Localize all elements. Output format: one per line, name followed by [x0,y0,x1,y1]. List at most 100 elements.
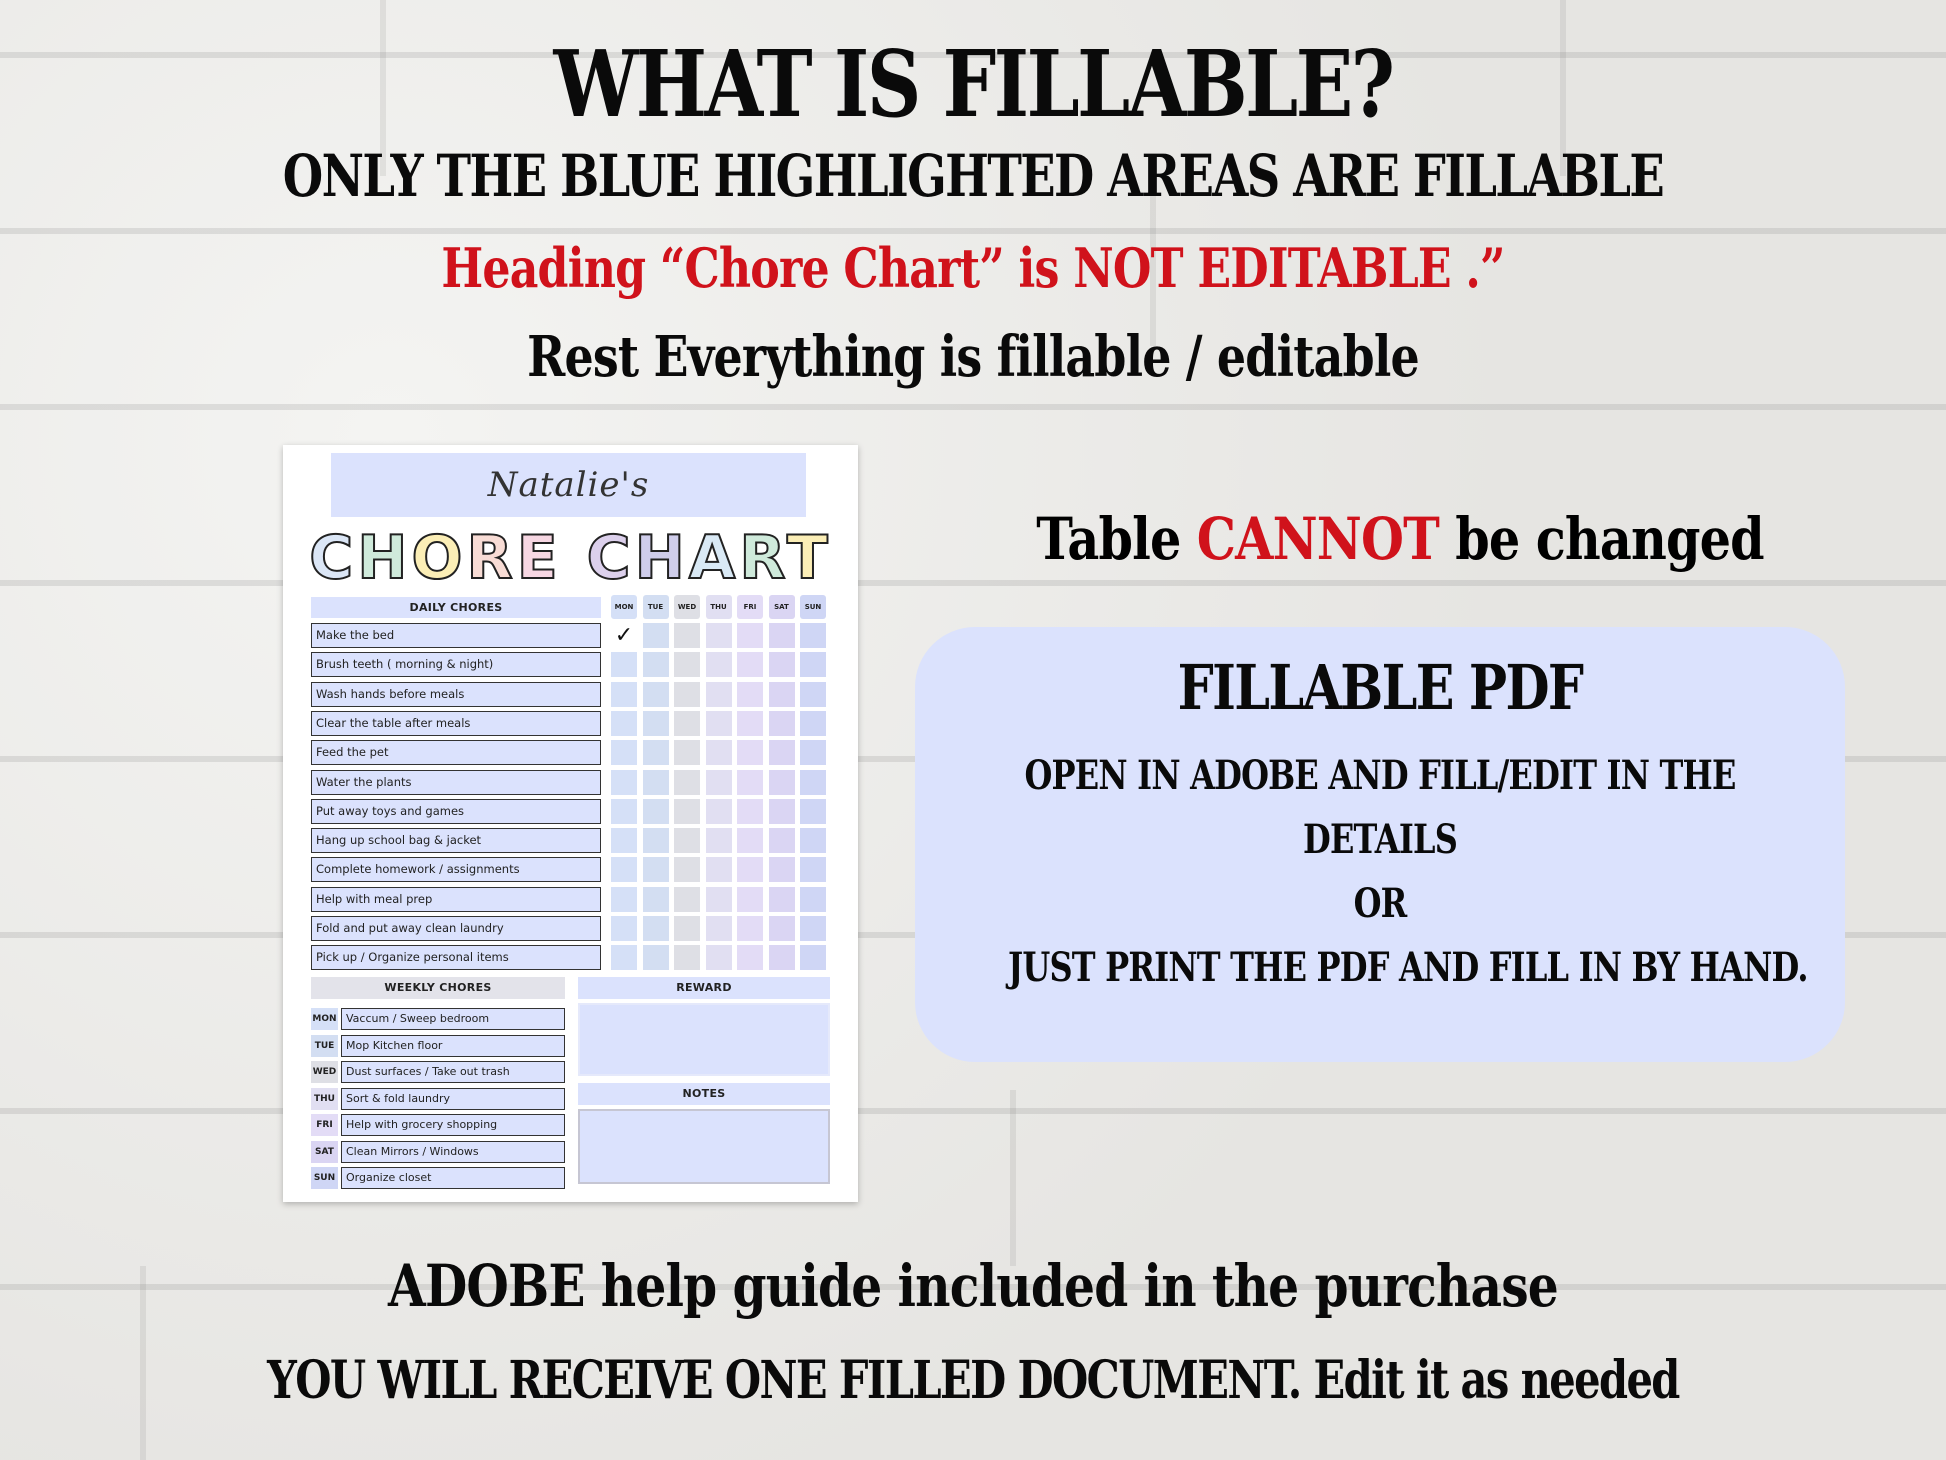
check-cell-sun[interactable] [800,681,826,707]
check-cell-sun[interactable] [800,945,826,971]
check-cell-fri[interactable] [737,857,763,883]
check-cell-wed[interactable] [674,828,700,854]
check-cell-sat[interactable] [768,623,795,648]
check-cell-thu[interactable] [705,710,732,736]
check-cell-fri[interactable] [737,623,763,648]
reward-field[interactable] [578,1003,830,1076]
weekly-chore-field[interactable]: Sort & fold laundry [341,1087,565,1110]
check-cell-wed[interactable] [674,769,700,795]
check-cell-mon[interactable] [611,798,637,824]
check-cell-wed[interactable] [674,916,700,941]
daily-chore-field[interactable]: Make the bed [311,623,601,648]
check-cell-tue[interactable] [642,623,669,648]
daily-chore-field[interactable]: Feed the pet [311,740,601,766]
check-cell-sun[interactable] [800,886,826,912]
check-cell-mon[interactable] [611,886,637,912]
check-cell-fri[interactable] [737,886,763,912]
check-cell-wed[interactable] [674,740,700,766]
daily-chore-field[interactable]: Clear the table after meals [311,710,601,736]
child-name-field[interactable]: Natalie's [331,453,806,517]
check-cell-mon[interactable] [611,769,637,795]
check-cell-mon[interactable] [611,945,637,971]
check-cell-fri[interactable] [737,769,763,795]
daily-chore-field[interactable]: Fold and put away clean laundry [311,916,601,941]
check-cell-mon[interactable] [611,740,637,766]
check-cell-mon[interactable] [611,710,637,736]
check-cell-thu[interactable] [705,916,732,941]
check-cell-wed[interactable] [674,857,700,883]
check-cell-thu[interactable] [705,681,732,707]
check-cell-tue[interactable] [642,710,669,736]
check-cell-sat[interactable] [768,769,795,795]
check-cell-sat[interactable] [768,798,795,824]
check-cell-tue[interactable] [642,798,669,824]
weekly-chore-field[interactable]: Dust surfaces / Take out trash [341,1061,565,1083]
check-cell-fri[interactable] [737,945,763,971]
check-cell-tue[interactable] [642,681,669,707]
check-cell-sat[interactable] [768,828,795,854]
check-cell-sat[interactable] [768,710,795,736]
check-cell-thu[interactable] [705,798,732,824]
check-cell-thu[interactable] [705,652,732,678]
weekly-chore-field[interactable]: Vaccum / Sweep bedroom [341,1008,565,1030]
check-cell-fri[interactable] [737,740,763,766]
check-cell-wed[interactable] [674,652,700,678]
check-cell-tue[interactable] [642,740,669,766]
check-cell-mon[interactable] [611,681,637,707]
notes-field[interactable] [578,1109,830,1184]
daily-chore-field[interactable]: Hang up school bag & jacket [311,828,601,854]
check-cell-tue[interactable] [642,886,669,912]
check-cell-thu[interactable] [705,740,732,766]
check-cell-fri[interactable] [737,798,763,824]
check-cell-mon[interactable]: ✓ [611,623,637,648]
check-cell-sun[interactable] [800,857,826,883]
check-cell-wed[interactable] [674,710,700,736]
weekly-chore-field[interactable]: Organize closet [341,1167,565,1189]
check-cell-thu[interactable] [705,623,732,648]
weekly-chore-field[interactable]: Mop Kitchen floor [341,1034,565,1057]
check-cell-thu[interactable] [705,886,732,912]
daily-chore-field[interactable]: Brush teeth ( morning & night) [311,652,601,678]
check-cell-mon[interactable] [611,828,637,854]
check-cell-fri[interactable] [737,710,763,736]
check-cell-wed[interactable] [674,886,700,912]
check-cell-mon[interactable] [611,652,637,678]
check-cell-wed[interactable] [674,798,700,824]
check-cell-tue[interactable] [642,652,669,678]
check-cell-sun[interactable] [800,828,826,854]
check-cell-fri[interactable] [737,828,763,854]
check-cell-sun[interactable] [800,740,826,766]
check-cell-sat[interactable] [768,916,795,941]
check-cell-fri[interactable] [737,652,763,678]
check-cell-sun[interactable] [800,710,826,736]
check-cell-tue[interactable] [642,828,669,854]
check-cell-sun[interactable] [800,623,826,648]
check-cell-thu[interactable] [705,857,732,883]
daily-chore-field[interactable]: Put away toys and games [311,798,601,824]
daily-chore-field[interactable]: Complete homework / assignments [311,857,601,883]
check-cell-sat[interactable] [768,681,795,707]
daily-chore-field[interactable]: Pick up / Organize personal items [311,945,601,971]
check-cell-sat[interactable] [768,945,795,971]
daily-chore-field[interactable]: Help with meal prep [311,886,601,912]
check-cell-fri[interactable] [737,681,763,707]
weekly-chore-field[interactable]: Help with grocery shopping [341,1114,565,1136]
check-cell-sat[interactable] [768,886,795,912]
check-cell-sun[interactable] [800,652,826,678]
check-cell-sat[interactable] [768,652,795,678]
daily-chore-field[interactable]: Wash hands before meals [311,681,601,707]
check-cell-fri[interactable] [737,916,763,941]
check-cell-wed[interactable] [674,623,700,648]
weekly-chore-field[interactable]: Clean Mirrors / Windows [341,1140,565,1163]
check-cell-sun[interactable] [800,916,826,941]
check-cell-mon[interactable] [611,916,637,941]
check-cell-mon[interactable] [611,857,637,883]
check-cell-tue[interactable] [642,769,669,795]
check-cell-thu[interactable] [705,769,732,795]
check-cell-tue[interactable] [642,916,669,941]
check-cell-thu[interactable] [705,945,732,971]
check-cell-sun[interactable] [800,798,826,824]
check-cell-wed[interactable] [674,945,700,971]
check-cell-thu[interactable] [705,828,732,854]
check-cell-sat[interactable] [768,857,795,883]
